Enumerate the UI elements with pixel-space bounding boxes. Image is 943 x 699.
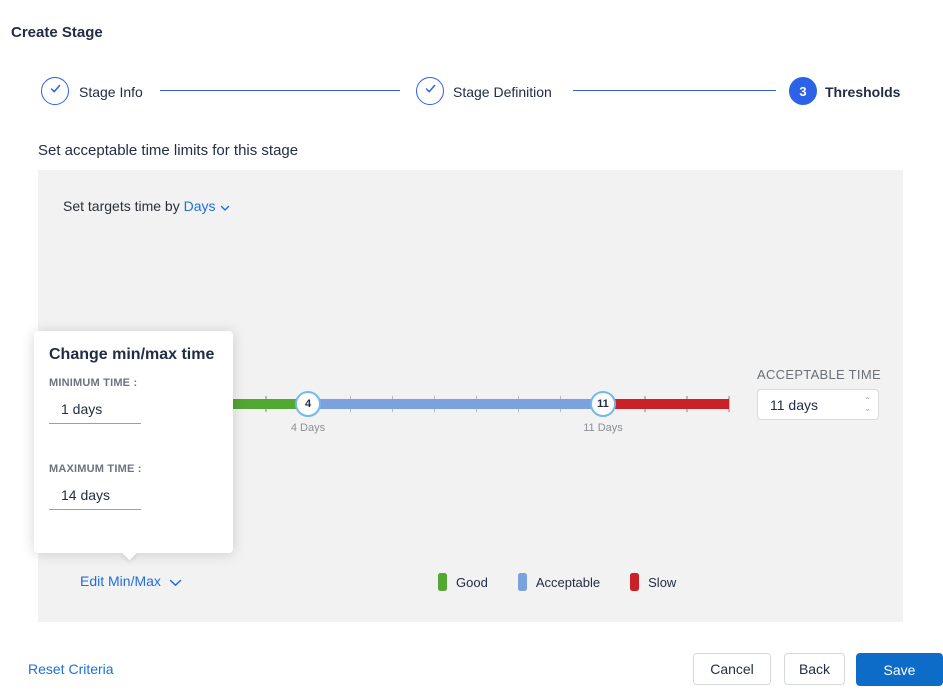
back-button[interactable]: Back: [784, 653, 845, 685]
create-stage-dialog: Create Stage Stage Info Stage Definition…: [0, 0, 943, 699]
edit-minmax-label: Edit Min/Max: [80, 573, 161, 589]
page-title: Create Stage: [11, 24, 103, 41]
chevron-down-icon: [169, 574, 182, 590]
legend-item-slow: Slow: [630, 573, 676, 591]
slider-handle-min-value: 4: [304, 398, 312, 410]
step-1-label: Stage Info: [79, 84, 143, 100]
check-icon: [49, 82, 62, 100]
step-2-label: Stage Definition: [453, 84, 552, 100]
step-1-circle[interactable]: [41, 77, 69, 105]
stepper-control: ⌃ ⌄: [864, 397, 878, 413]
step-3-label: Thresholds: [825, 84, 901, 100]
good-swatch: [438, 573, 447, 591]
slider-handle-max-label: 11 Days: [583, 422, 623, 434]
slider-segment-slow: [603, 399, 729, 409]
decrement-icon[interactable]: ⌄: [864, 405, 871, 413]
popup-title: Change min/max time: [49, 346, 215, 363]
section-subtitle: Set acceptable time limits for this stag…: [38, 142, 299, 159]
slider-handle-min[interactable]: 4: [295, 391, 321, 417]
slider-handle-max-value: 11: [597, 398, 609, 410]
slider-handle-max[interactable]: 11: [590, 391, 616, 417]
legend-label: Acceptable: [535, 574, 601, 590]
edit-minmax-toggle[interactable]: Edit Min/Max: [80, 573, 182, 590]
step-connector: [573, 90, 776, 91]
legend-item-acceptable: Acceptable: [517, 573, 601, 591]
time-range-slider: 4 11 4 Days 11 Days: [181, 391, 730, 434]
acceptable-time-label: ACCEPTABLE TIME: [757, 367, 881, 382]
targets-label: Set targets time by: [63, 198, 180, 214]
legend-label: Slow: [648, 574, 677, 590]
targets-unit-value: Days: [183, 198, 216, 214]
acceptable-swatch: [517, 573, 527, 591]
reset-criteria-label: Reset Criteria: [28, 661, 114, 677]
legend-label: Good: [456, 574, 488, 590]
reset-criteria-link[interactable]: Reset Criteria: [28, 661, 114, 677]
slider-handle-min-label: 4 Days: [290, 422, 326, 434]
check-icon: [424, 82, 437, 100]
minimum-time-label: MINIMUM TIME :: [49, 377, 138, 389]
step-3-number: 3: [799, 83, 807, 99]
change-minmax-popup: Change min/max time MINIMUM TIME : MAXIM…: [34, 331, 233, 561]
targets-row: Set targets time by Days: [63, 198, 230, 215]
step-connector: [160, 90, 400, 91]
maximum-time-input[interactable]: [49, 487, 141, 510]
step-3-circle[interactable]: 3: [789, 77, 817, 105]
maximum-time-label: MAXIMUM TIME :: [49, 463, 142, 475]
slow-swatch: [630, 573, 640, 591]
targets-unit-dropdown[interactable]: Days: [184, 198, 230, 214]
acceptable-time-field: ⌃ ⌄: [757, 389, 879, 420]
legend-item-good: Good: [438, 573, 488, 591]
acceptable-time-input[interactable]: [758, 396, 865, 413]
chevron-down-icon: [220, 199, 230, 215]
step-2-circle[interactable]: [416, 77, 444, 105]
cancel-button[interactable]: Cancel: [693, 653, 771, 685]
legend: Good Acceptable Slow: [438, 573, 706, 591]
save-button[interactable]: Save: [856, 653, 943, 686]
slider-segment-acceptable: [308, 399, 603, 409]
minimum-time-input[interactable]: [49, 401, 141, 424]
